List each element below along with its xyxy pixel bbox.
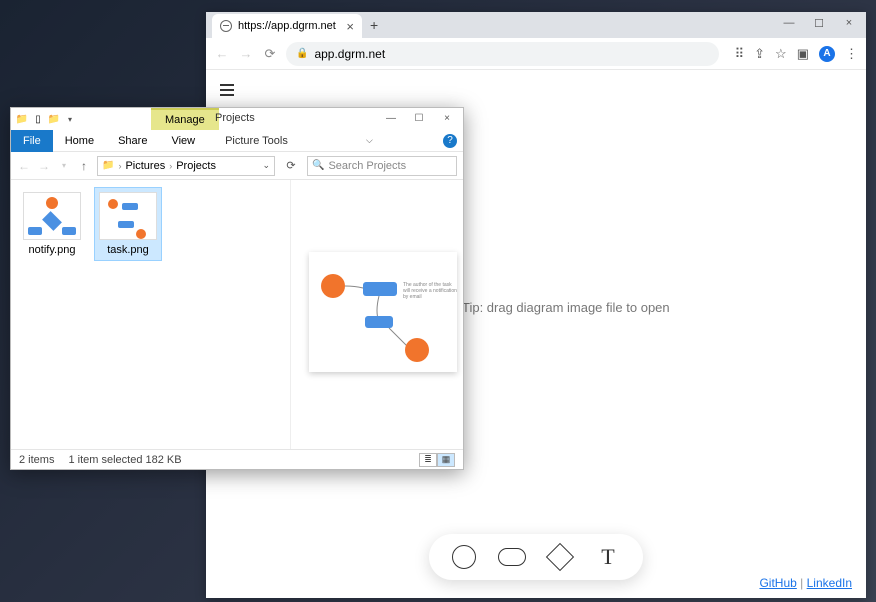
kebab-menu-icon[interactable]: ⋮ [845, 46, 858, 62]
quick-access-toolbar: 📁 ▯ 📁 ▾ [11, 112, 77, 126]
nav-back-button[interactable]: ← [17, 159, 31, 173]
breadcrumb-pictures[interactable]: Pictures [125, 160, 165, 172]
file-thumbnail [99, 192, 157, 240]
shape-rounded-rect-button[interactable] [497, 542, 527, 572]
new-tab-button[interactable]: + [370, 17, 378, 33]
hamburger-menu-button[interactable] [216, 80, 238, 100]
preview-pane: The author of the task will receive a no… [291, 180, 463, 449]
ribbon-tab-home[interactable]: Home [53, 130, 106, 152]
lock-icon: 🔒 [296, 48, 308, 59]
ribbon-tab-file[interactable]: File [11, 130, 53, 152]
ribbon: File Home Share View Picture Tools ⌵ ? [11, 130, 463, 152]
tab-strip: https://app.dgrm.net × + — ☐ × [206, 12, 866, 38]
footer-separator: | [797, 576, 807, 590]
shape-diamond-button[interactable] [545, 542, 575, 572]
close-button[interactable]: × [433, 108, 461, 128]
path-dropdown-icon[interactable]: ⌄ [262, 160, 270, 171]
file-item[interactable]: notify.png [19, 188, 85, 260]
folder-icon: 📁 [47, 112, 61, 126]
file-list[interactable]: notify.png task.png [11, 180, 291, 449]
chevron-right-icon[interactable]: › [169, 161, 172, 171]
explorer-titlebar[interactable]: 📁 ▯ 📁 ▾ Manage Projects — ☐ × [11, 108, 463, 130]
profile-avatar[interactable]: A [819, 46, 835, 62]
maximize-button[interactable]: ☐ [405, 108, 433, 128]
browser-window-controls: — ☐ × [774, 12, 864, 34]
nav-up-button[interactable]: ↑ [77, 159, 91, 173]
globe-icon [220, 20, 232, 32]
file-name: notify.png [29, 244, 76, 256]
view-icons-button[interactable]: ▦ [437, 453, 455, 467]
breadcrumb-bar[interactable]: 📁 › Pictures › Projects ⌄ [97, 156, 275, 176]
explorer-body: notify.png task.png The author of the ta… [11, 180, 463, 449]
nav-recent-dropdown[interactable]: ▾ [57, 161, 71, 170]
ribbon-tab-picture-tools[interactable]: Picture Tools [213, 130, 300, 152]
search-input[interactable]: 🔍 Search Projects [307, 156, 457, 176]
close-tab-icon[interactable]: × [346, 19, 354, 34]
tip-text: Tip: drag diagram image file to open [462, 300, 670, 315]
bookmark-icon[interactable]: ☆ [775, 46, 787, 62]
browser-tab[interactable]: https://app.dgrm.net × [212, 14, 362, 38]
preview-image: The author of the task will receive a no… [309, 252, 457, 372]
file-item[interactable]: task.png [95, 188, 161, 260]
chevron-right-icon[interactable]: › [118, 161, 121, 171]
ribbon-context-tab[interactable]: Manage [151, 108, 219, 130]
status-item-count: 2 items [19, 454, 54, 466]
nav-forward-button[interactable]: → [37, 159, 51, 173]
window-title: Projects [215, 112, 255, 124]
status-selection: 1 item selected 182 KB [68, 454, 181, 466]
share-icon[interactable]: ⇪ [754, 46, 765, 62]
refresh-button[interactable]: ⟳ [281, 159, 301, 172]
folder-icon: 📁 [102, 160, 114, 171]
linkedin-link[interactable]: LinkedIn [807, 576, 852, 590]
extensions-icon[interactable]: ▣ [797, 46, 809, 62]
minimize-button[interactable]: — [377, 108, 405, 128]
address-bar: ← → ⟳ 🔒 app.dgrm.net ⠿ ⇪ ☆ ▣ A ⋮ [206, 38, 866, 70]
reload-button[interactable]: ⟳ [262, 46, 278, 62]
explorer-address-row: ← → ▾ ↑ 📁 › Pictures › Projects ⌄ ⟳ 🔍 Se… [11, 152, 463, 180]
close-window-button[interactable]: × [834, 12, 864, 34]
url-text: app.dgrm.net [314, 47, 385, 61]
toolbar-right: ⠿ ⇪ ☆ ▣ A ⋮ [735, 46, 858, 62]
file-name: task.png [107, 244, 149, 256]
view-details-button[interactable]: ≣ [419, 453, 437, 467]
search-icon: 🔍 [312, 160, 324, 171]
status-bar: 2 items 1 item selected 182 KB ≣ ▦ [11, 449, 463, 469]
ribbon-expand-icon[interactable]: ⌵ [366, 135, 373, 146]
tab-title: https://app.dgrm.net [238, 20, 336, 32]
github-link[interactable]: GitHub [759, 576, 796, 590]
shape-text-button[interactable]: T [593, 542, 623, 572]
search-placeholder: Search Projects [328, 160, 406, 172]
shape-palette: T [429, 534, 643, 580]
maximize-button[interactable]: ☐ [804, 12, 834, 34]
view-toggle: ≣ ▦ [419, 453, 455, 467]
explorer-window-controls: — ☐ × [377, 108, 461, 128]
ribbon-tab-share[interactable]: Share [106, 130, 159, 152]
ribbon-tab-view[interactable]: View [159, 130, 207, 152]
file-thumbnail [23, 192, 81, 240]
file-explorer-window: 📁 ▯ 📁 ▾ Manage Projects — ☐ × File Home … [10, 107, 464, 470]
back-button[interactable]: ← [214, 46, 230, 61]
folder-icon: 📁 [15, 112, 29, 126]
qat-dropdown[interactable]: ▾ [63, 112, 77, 126]
help-icon[interactable]: ? [443, 134, 457, 148]
shape-circle-button[interactable] [449, 542, 479, 572]
url-field[interactable]: 🔒 app.dgrm.net [286, 42, 719, 66]
minimize-button[interactable]: — [774, 12, 804, 34]
qat-separator: ▯ [31, 112, 45, 126]
forward-button[interactable]: → [238, 46, 254, 61]
footer-links: GitHub | LinkedIn [759, 576, 852, 590]
translate-icon[interactable]: ⠿ [735, 46, 745, 62]
breadcrumb-projects[interactable]: Projects [176, 160, 216, 172]
preview-caption: The author of the task will receive a no… [403, 282, 457, 300]
